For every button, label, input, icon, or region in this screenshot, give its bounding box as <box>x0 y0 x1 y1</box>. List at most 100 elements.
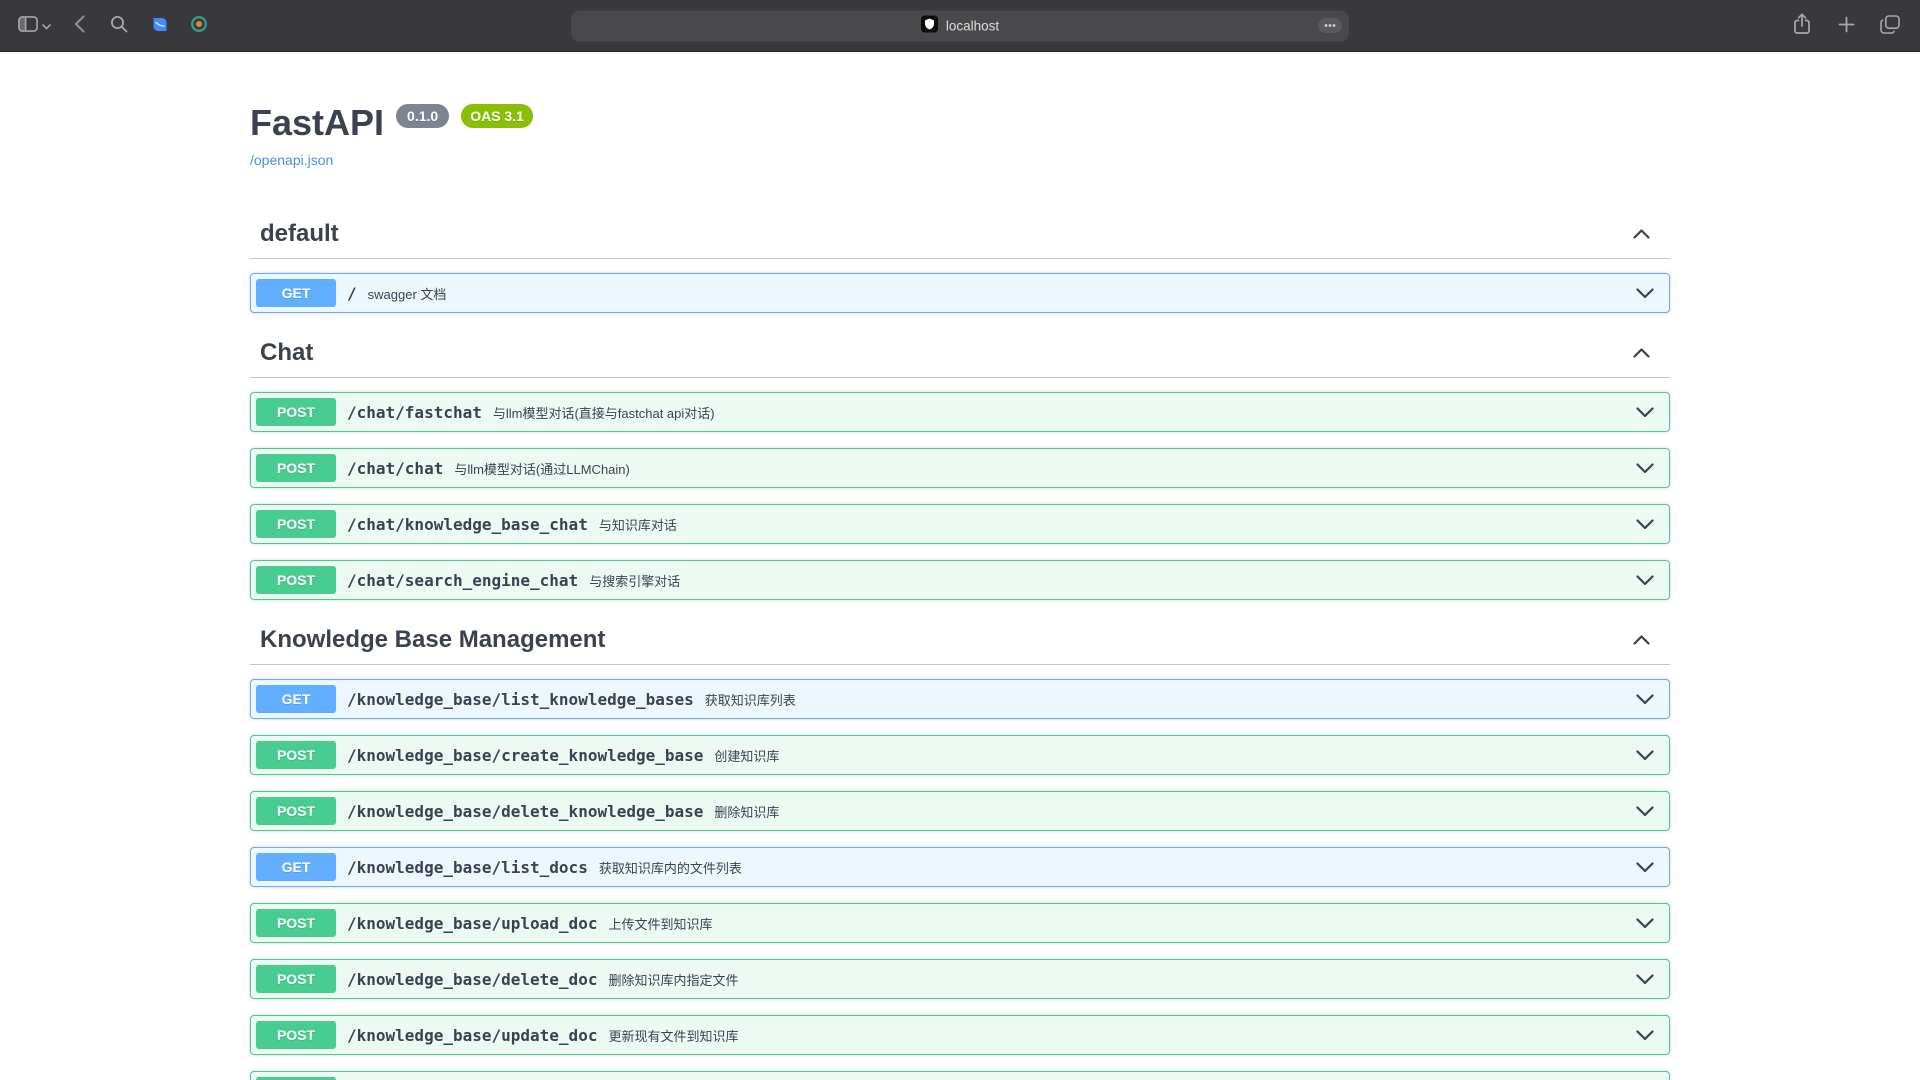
endpoint-path: /knowledge_base/upload_doc <box>347 914 597 933</box>
endpoint-summary[interactable]: GET /knowledge_base/list_docs 获取知识库内的文件列… <box>251 848 1669 886</box>
plus-icon <box>1838 16 1855 36</box>
tab-overview-icon <box>1880 15 1900 37</box>
endpoint-summary[interactable]: POST /knowledge_base/delete_knowledge_ba… <box>251 792 1669 830</box>
section-endpoints: POST /chat/fastchat 与llm模型对话(直接与fastchat… <box>250 392 1670 600</box>
tab-overview-button[interactable] <box>1874 11 1906 41</box>
endpoint-row[interactable]: POST /knowledge_base/update_doc 更新现有文件到知… <box>250 1015 1670 1055</box>
endpoint-description: 删除知识库 <box>714 802 779 821</box>
chevron-down-icon[interactable] <box>1636 694 1654 705</box>
extension-button-blue[interactable] <box>143 11 175 41</box>
method-badge: POST <box>256 965 336 993</box>
endpoint-summary[interactable]: POST /knowledge_base/update_doc 更新现有文件到知… <box>251 1016 1669 1054</box>
method-badge: POST <box>256 566 336 594</box>
endpoint-path: /knowledge_base/update_doc <box>347 1026 597 1045</box>
method-badge: GET <box>256 853 336 881</box>
extension-button-ring[interactable] <box>183 11 215 41</box>
endpoint-row[interactable]: GET /knowledge_base/list_knowledge_bases… <box>250 679 1670 719</box>
sidebar-toggle-button[interactable] <box>14 11 55 41</box>
endpoint-path: /knowledge_base/create_knowledge_base <box>347 746 703 765</box>
method-badge: POST <box>256 454 336 482</box>
new-tab-button[interactable] <box>1830 11 1862 41</box>
version-badge: 0.1.0 <box>396 104 449 128</box>
endpoint-row[interactable]: GET / swagger 文档 <box>250 273 1670 313</box>
chevron-down-icon[interactable] <box>1636 974 1654 985</box>
endpoint-description: 创建知识库 <box>714 746 779 765</box>
method-badge: POST <box>256 741 336 769</box>
openapi-spec-link[interactable]: /openapi.json <box>250 152 333 168</box>
endpoint-description: 删除知识库内指定文件 <box>608 970 738 989</box>
endpoint-summary[interactable]: POST /chat/knowledge_base_chat 与知识库对话 <box>251 505 1669 543</box>
section-header[interactable]: default <box>250 210 1670 259</box>
endpoint-description: 与llm模型对话(通过LLMChain) <box>454 459 630 478</box>
endpoint-row[interactable]: GET /knowledge_base/list_docs 获取知识库内的文件列… <box>250 847 1670 887</box>
search-icon <box>110 15 128 36</box>
api-section: default GET / swagger 文档 <box>250 210 1670 313</box>
endpoint-row[interactable]: POST /knowledge_base/delete_knowledge_ba… <box>250 791 1670 831</box>
endpoint-summary[interactable]: POST /knowledge_base/upload_doc 上传文件到知识库 <box>251 904 1669 942</box>
endpoint-row[interactable]: POST /knowledge_base/upload_doc 上传文件到知识库 <box>250 903 1670 943</box>
chevron-down-icon[interactable] <box>1636 575 1654 586</box>
endpoint-path: /chat/search_engine_chat <box>347 571 578 590</box>
endpoint-row[interactable]: POST /chat/knowledge_base_chat 与知识库对话 <box>250 504 1670 544</box>
endpoint-row[interactable]: POST /knowledge_base/delete_doc 删除知识库内指定… <box>250 959 1670 999</box>
chevron-down-icon[interactable] <box>1636 750 1654 761</box>
chevron-down-icon[interactable] <box>1636 407 1654 418</box>
blue-extension-icon <box>151 16 168 36</box>
endpoint-summary[interactable]: GET / swagger 文档 <box>251 274 1669 312</box>
endpoint-path: /chat/knowledge_base_chat <box>347 515 588 534</box>
sidebar-icon <box>18 16 38 35</box>
section-header[interactable]: Chat <box>250 329 1670 378</box>
section-endpoints: GET /knowledge_base/list_knowledge_bases… <box>250 679 1670 1080</box>
api-title-text: FastAPI <box>250 102 384 144</box>
chevron-down-icon[interactable] <box>1636 1030 1654 1041</box>
chevron-up-icon[interactable] <box>1633 635 1650 645</box>
endpoint-summary[interactable]: POST /chat/search_engine_chat 与搜索引擎对话 <box>251 561 1669 599</box>
share-icon <box>1793 13 1811 38</box>
endpoint-summary[interactable]: GET /knowledge_base/list_knowledge_bases… <box>251 680 1669 718</box>
address-bar[interactable]: localhost <box>571 10 1349 41</box>
chevron-down-icon <box>42 18 51 33</box>
method-badge: POST <box>256 1021 336 1049</box>
endpoint-summary[interactable]: POST /chat/fastchat 与llm模型对话(直接与fastchat… <box>251 393 1669 431</box>
method-badge: POST <box>256 510 336 538</box>
endpoint-description: 与知识库对话 <box>599 515 677 534</box>
chevron-down-icon[interactable] <box>1636 806 1654 817</box>
endpoint-description: 获取知识库列表 <box>705 690 796 709</box>
endpoint-description: 与llm模型对话(直接与fastchat api对话) <box>493 403 715 422</box>
url-text: localhost <box>946 18 999 33</box>
chevron-up-icon[interactable] <box>1633 229 1650 239</box>
endpoint-description: 上传文件到知识库 <box>608 914 712 933</box>
endpoint-summary[interactable]: POST /chat/chat 与llm模型对话(通过LLMChain) <box>251 449 1669 487</box>
api-section: Knowledge Base Management GET /knowledge… <box>250 616 1670 1080</box>
section-endpoints: GET / swagger 文档 <box>250 273 1670 313</box>
endpoint-summary[interactable]: POST /knowledge_base/create_knowledge_ba… <box>251 736 1669 774</box>
endpoint-path: /chat/chat <box>347 459 443 478</box>
chevron-down-icon[interactable] <box>1636 862 1654 873</box>
chevron-down-icon[interactable] <box>1636 918 1654 929</box>
endpoint-path: /knowledge_base/list_docs <box>347 858 588 877</box>
endpoint-path: / <box>347 284 357 303</box>
search-button[interactable] <box>103 11 135 41</box>
endpoint-path: /knowledge_base/list_knowledge_bases <box>347 690 694 709</box>
back-button[interactable] <box>63 11 95 41</box>
chevron-down-icon[interactable] <box>1636 519 1654 530</box>
endpoint-row[interactable]: POST /chat/fastchat 与llm模型对话(直接与fastchat… <box>250 392 1670 432</box>
endpoint-row[interactable]: POST /chat/search_engine_chat 与搜索引擎对话 <box>250 560 1670 600</box>
endpoint-row[interactable]: POST /knowledge_base/create_knowledge_ba… <box>250 735 1670 775</box>
ring-extension-icon <box>190 15 208 36</box>
more-options-icon[interactable] <box>1318 18 1342 33</box>
endpoint-summary[interactable]: POST /knowledge_base/delete_doc 删除知识库内指定… <box>251 960 1669 998</box>
swagger-page: FastAPI 0.1.0 OAS 3.1 /openapi.json defa… <box>0 52 1920 1080</box>
endpoint-row[interactable]: POST /knowledge_base/recreate_vector_sto… <box>250 1071 1670 1080</box>
section-header[interactable]: Knowledge Base Management <box>250 616 1670 665</box>
toolbar-left-group <box>14 11 215 41</box>
chevron-down-icon[interactable] <box>1636 463 1654 474</box>
chevron-down-icon[interactable] <box>1636 288 1654 299</box>
endpoint-path: /chat/fastchat <box>347 403 482 422</box>
endpoint-row[interactable]: POST /chat/chat 与llm模型对话(通过LLMChain) <box>250 448 1670 488</box>
oas-badge: OAS 3.1 <box>461 104 533 128</box>
chevron-up-icon[interactable] <box>1633 348 1650 358</box>
endpoint-summary[interactable]: POST /knowledge_base/recreate_vector_sto… <box>251 1072 1669 1080</box>
share-button[interactable] <box>1786 11 1818 41</box>
api-sections: default GET / swagger 文档 Chat <box>250 210 1670 1080</box>
